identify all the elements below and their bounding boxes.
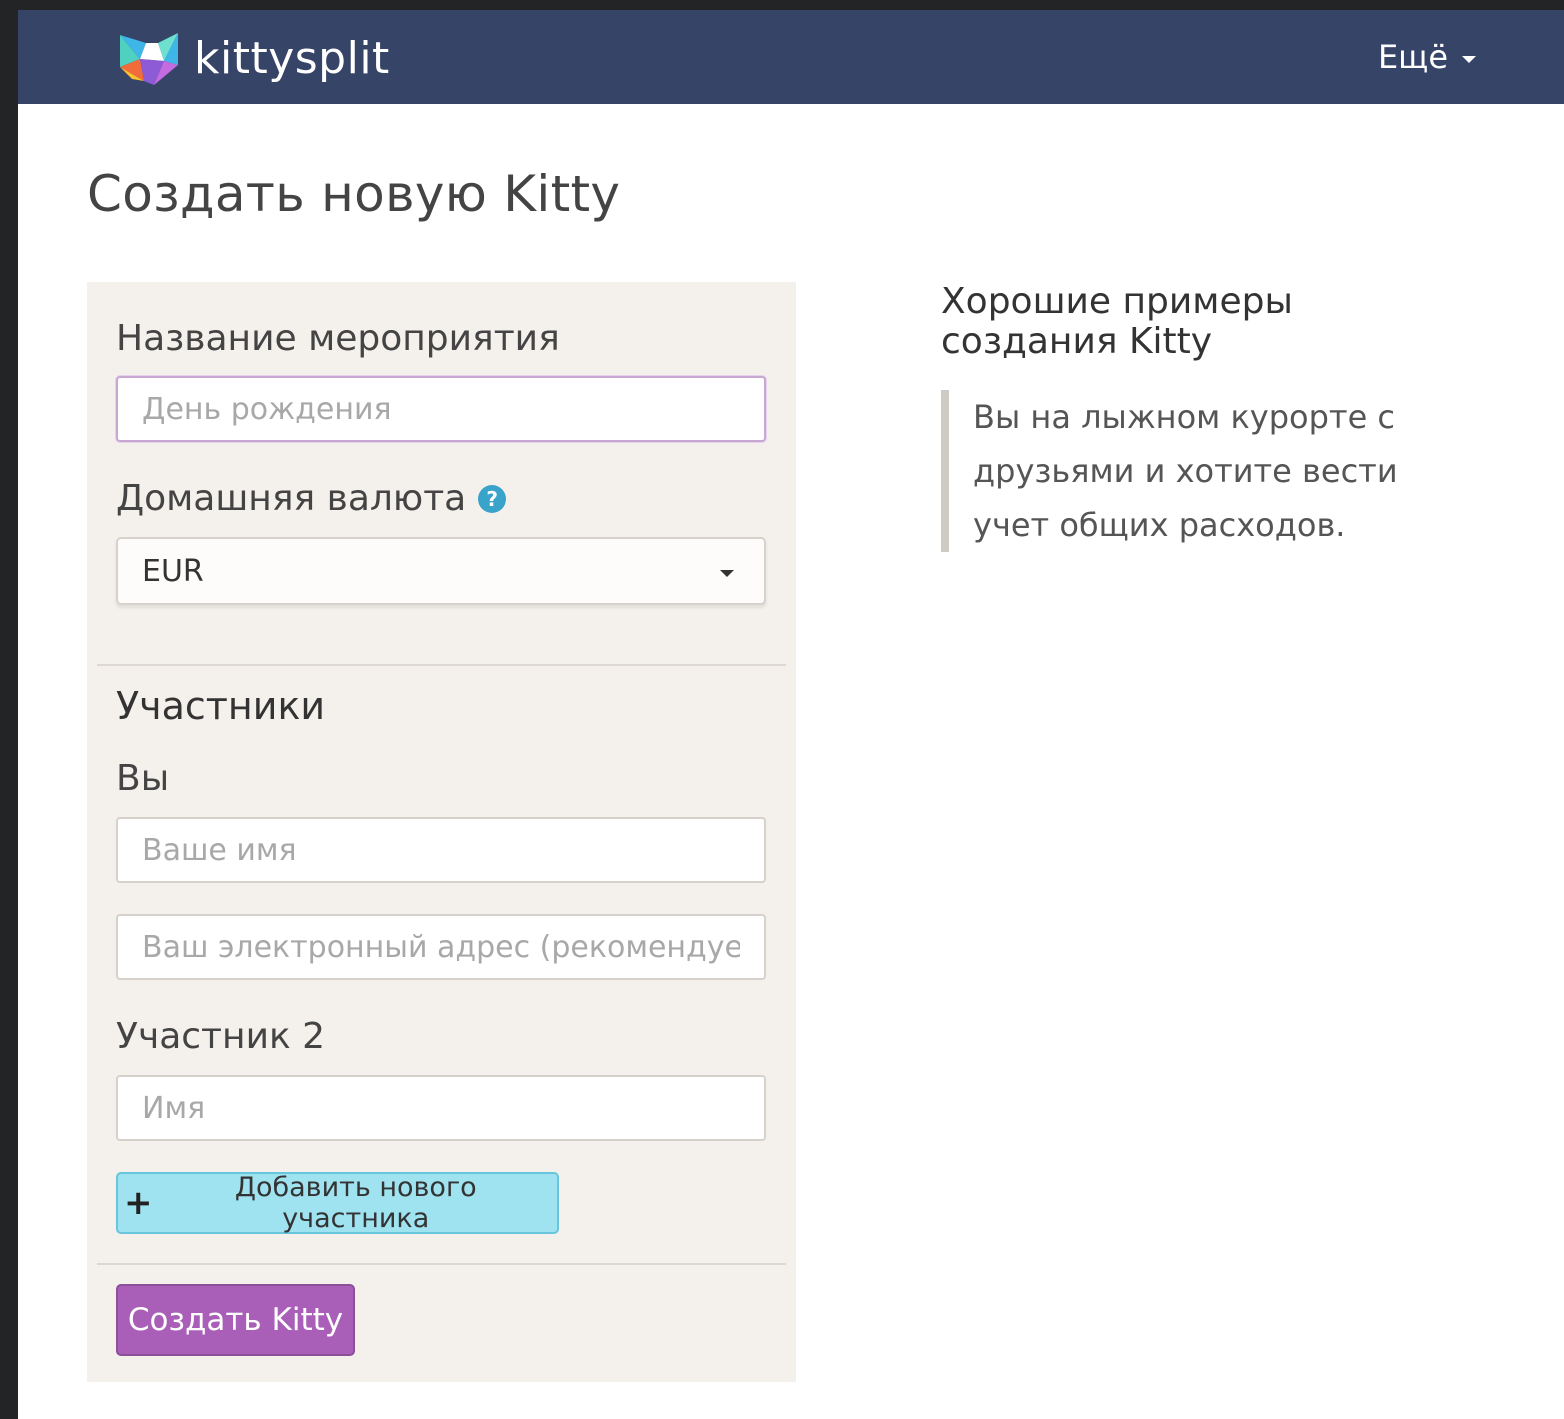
currency-selected-value: EUR <box>142 553 204 589</box>
you-label: Вы <box>116 758 169 799</box>
your-email-input[interactable] <box>116 914 766 980</box>
example-quote: Вы на лыжном курорте с друзьями и хотите… <box>941 390 1473 552</box>
brand-link[interactable]: kittysplit <box>118 28 390 88</box>
section-divider <box>97 664 786 666</box>
section-divider <box>97 1263 786 1265</box>
kittysplit-logo-icon <box>120 33 178 85</box>
your-name-input[interactable] <box>116 817 766 883</box>
examples-sidebar: Хорошие примеры создания Kitty Вы на лыж… <box>941 282 1501 584</box>
currency-select[interactable]: EUR <box>116 537 766 605</box>
question-help-icon[interactable]: ? <box>478 484 507 513</box>
participant-2-label-text: Участник 2 <box>116 1016 326 1057</box>
currency-label: Домашняя валюта ? <box>116 478 507 519</box>
create-kitty-label: Создать Kitty <box>127 1302 344 1338</box>
app-window: kittysplit Ещё Создать новую Kitty Назва… <box>18 10 1564 1419</box>
event-name-input[interactable] <box>116 376 766 442</box>
event-name-label-text: Название мероприятия <box>116 318 560 359</box>
brand-name: kittysplit <box>194 32 390 84</box>
add-participant-button[interactable]: + Добавить нового участника <box>116 1172 559 1234</box>
plus-icon: + <box>124 1183 153 1223</box>
add-participant-label: Добавить нового участника <box>234 1172 477 1234</box>
you-label-text: Вы <box>116 758 170 799</box>
create-kitty-form: Название мероприятия Домашняя валюта ? E… <box>87 282 796 1382</box>
chevron-down-icon <box>720 569 734 577</box>
chevron-down-icon <box>1462 55 1476 63</box>
navbar: kittysplit Ещё <box>18 10 1564 104</box>
participants-title: Участники <box>116 684 326 728</box>
currency-label-text: Домашняя валюта <box>116 478 467 519</box>
page-title: Создать новую Kitty <box>87 165 621 223</box>
more-menu-label: Ещё <box>1377 38 1448 76</box>
participant-2-name-input[interactable] <box>116 1075 766 1141</box>
more-menu-dropdown[interactable]: Ещё <box>1378 36 1476 78</box>
examples-title: Хорошие примеры создания Kitty <box>941 281 1293 362</box>
participant-2-label: Участник 2 <box>116 1016 325 1057</box>
event-name-label: Название мероприятия <box>116 318 560 359</box>
create-kitty-button[interactable]: Создать Kitty <box>116 1284 355 1356</box>
example-text: Вы на лыжном курорте с друзьями и хотите… <box>973 398 1398 544</box>
